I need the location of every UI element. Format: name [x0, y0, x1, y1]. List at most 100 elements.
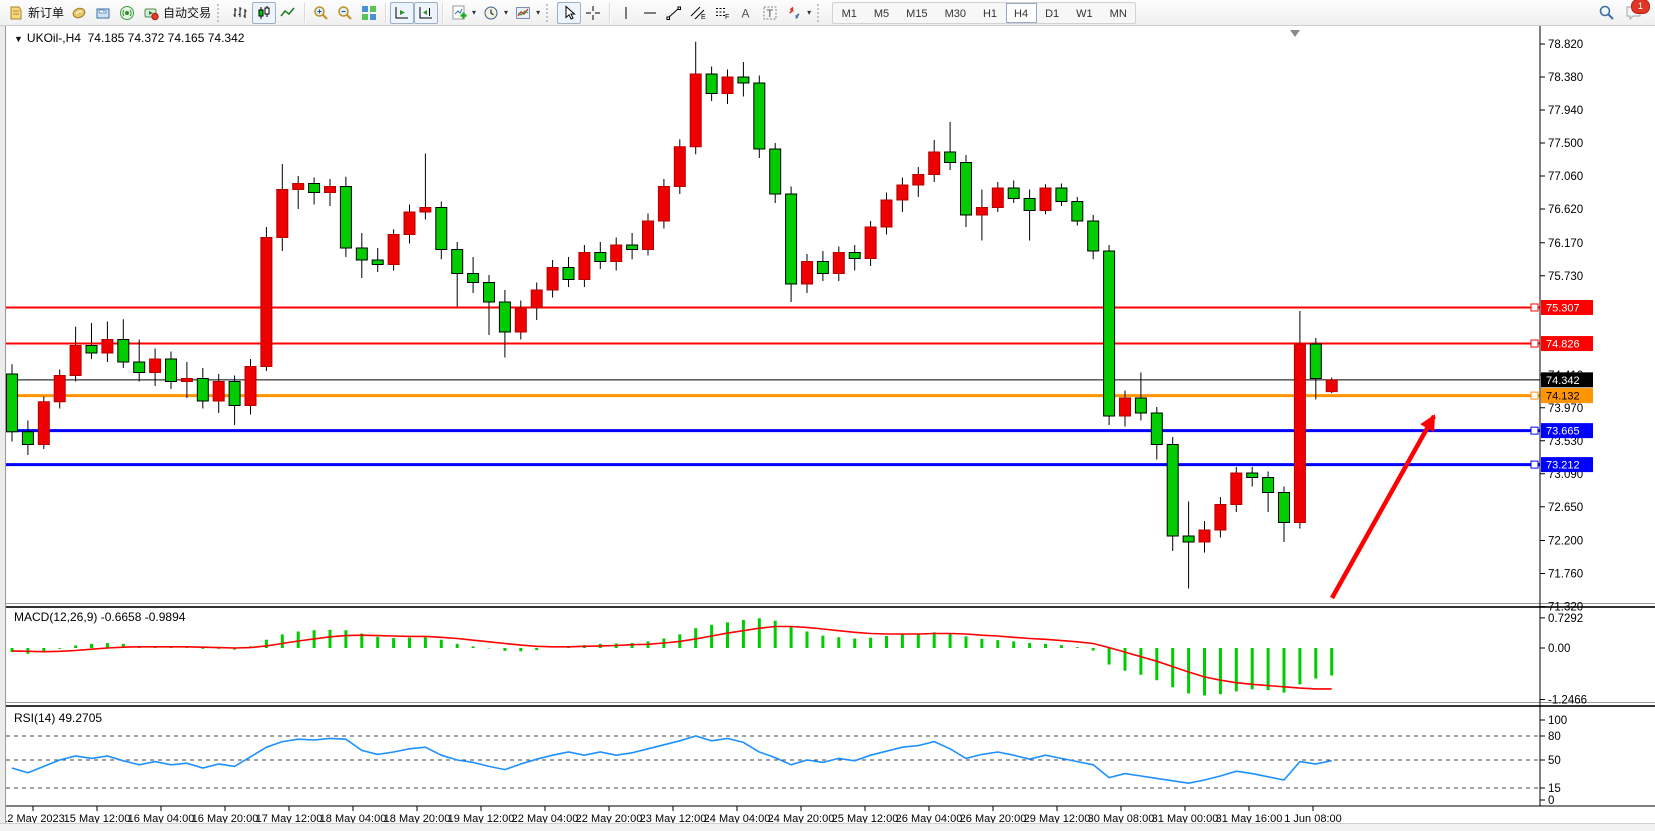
vertical-line-icon: [617, 4, 635, 22]
candle: [690, 42, 701, 155]
equidistant-channel-button[interactable]: E: [686, 2, 710, 24]
text-label-button[interactable]: T: [758, 2, 782, 24]
arrows-icon: [785, 4, 803, 22]
crosshair-button[interactable]: [581, 2, 605, 24]
dropdown-caret-icon[interactable]: ▾: [807, 8, 811, 17]
text-button[interactable]: A: [734, 2, 758, 24]
candle: [181, 362, 192, 398]
candlestick-chart-button[interactable]: [252, 2, 276, 24]
svg-text:74.826: 74.826: [1546, 339, 1580, 351]
chart-shift-button[interactable]: [414, 2, 438, 24]
trendline-button[interactable]: [662, 2, 686, 24]
candle: [340, 177, 351, 257]
signal-icon: [118, 4, 136, 22]
tile-windows-button[interactable]: [357, 2, 381, 24]
timeframe-d1[interactable]: D1: [1037, 3, 1068, 23]
new-order-button[interactable]: 新订单: [4, 2, 67, 24]
trend-arrow[interactable]: [1332, 416, 1434, 598]
panel-splitter[interactable]: [0, 705, 1655, 707]
svg-text:72.200: 72.200: [1548, 536, 1583, 548]
panel-splitter[interactable]: [0, 603, 1655, 604]
templates-button[interactable]: ▾: [511, 2, 543, 24]
candle: [1024, 190, 1035, 241]
candle: [1056, 184, 1067, 207]
svg-text:77.500: 77.500: [1548, 138, 1583, 150]
candle: [388, 229, 399, 270]
svg-text:0.7292: 0.7292: [1548, 613, 1583, 625]
fibonacci-button[interactable]: F: [710, 2, 734, 24]
candle: [1104, 245, 1115, 425]
chart-shift-marker[interactable]: [1290, 30, 1300, 37]
candle: [229, 376, 240, 426]
svg-text:77.060: 77.060: [1548, 171, 1583, 183]
svg-text:100: 100: [1548, 715, 1567, 727]
candle: [754, 76, 765, 159]
timeframe-m15[interactable]: M15: [898, 3, 936, 23]
notification-badge: 1: [1631, 0, 1650, 14]
candle: [150, 349, 161, 387]
candle: [658, 179, 669, 229]
panel-splitter[interactable]: [0, 702, 1655, 703]
candle: [452, 242, 463, 307]
candle: [1326, 378, 1337, 394]
signals-button[interactable]: [115, 2, 139, 24]
timeframe-m1[interactable]: M1: [833, 3, 865, 23]
notifications-button[interactable]: 1: [1625, 4, 1643, 22]
svg-text:0: 0: [1548, 795, 1554, 807]
arrows-button[interactable]: ▾: [782, 2, 814, 24]
bar-chart-button[interactable]: [228, 2, 252, 24]
cursor-icon: [560, 4, 578, 22]
candle: [420, 154, 431, 220]
symbol-name: UKOil-,H4: [27, 31, 81, 45]
candle: [261, 227, 272, 371]
timeframe-mn[interactable]: MN: [1101, 3, 1135, 23]
horizontal-line-button[interactable]: [638, 2, 662, 24]
indicators-button[interactable]: ▾: [447, 2, 479, 24]
chart-shift-icon: [417, 4, 435, 22]
cursor-button[interactable]: [557, 2, 581, 24]
zoom-in-button[interactable]: [309, 2, 333, 24]
dropdown-caret-icon[interactable]: ▾: [504, 8, 508, 17]
chart-canvas[interactable]: 78.82078.38077.94077.50077.06076.62076.1…: [0, 0, 1655, 831]
market-watch-button[interactable]: [91, 2, 115, 24]
candle: [54, 370, 65, 409]
autotrading-button[interactable]: 自动交易: [139, 2, 214, 24]
zoom-out-button[interactable]: [333, 2, 357, 24]
timeframe-m5[interactable]: M5: [865, 3, 897, 23]
vertical-line-button[interactable]: [614, 2, 638, 24]
timeframe-h1[interactable]: H1: [974, 3, 1005, 23]
panel-splitter[interactable]: [0, 606, 1655, 608]
quotes-button[interactable]: [67, 2, 91, 24]
text-icon: A: [737, 4, 755, 22]
svg-text:A: A: [742, 6, 750, 20]
window-left-edge: [0, 26, 6, 823]
new-order-label: 新订单: [28, 4, 64, 21]
dropdown-caret-icon[interactable]: ▾: [536, 8, 540, 17]
toolbar-grip: [817, 4, 823, 22]
ohlc-values: 74.185 74.372 74.165 74.342: [88, 31, 245, 45]
candle: [1151, 407, 1162, 460]
symbol-collapse-icon[interactable]: ▼: [14, 34, 23, 44]
timeframe-m30[interactable]: M30: [936, 3, 974, 23]
auto-scroll-button[interactable]: [390, 2, 414, 24]
candle: [1040, 184, 1051, 214]
candle: [134, 340, 145, 382]
line-chart-button[interactable]: [276, 2, 300, 24]
search-icon[interactable]: [1597, 4, 1615, 22]
timeframe-w1[interactable]: W1: [1068, 3, 1102, 23]
candle: [992, 182, 1003, 212]
candle: [468, 257, 479, 293]
status-bar: [0, 823, 1655, 831]
candle: [404, 205, 415, 244]
timeframe-h4[interactable]: H4: [1006, 3, 1037, 23]
svg-text:-1.2466: -1.2466: [1548, 694, 1587, 706]
svg-text:72.650: 72.650: [1548, 502, 1583, 514]
candle: [325, 179, 336, 206]
svg-text:E: E: [701, 14, 706, 21]
new-order-icon: [7, 4, 25, 22]
periods-button[interactable]: ▾: [479, 2, 511, 24]
candle: [1183, 502, 1194, 589]
candle: [1072, 197, 1083, 226]
dropdown-caret-icon[interactable]: ▾: [472, 8, 476, 17]
candle: [372, 248, 383, 272]
